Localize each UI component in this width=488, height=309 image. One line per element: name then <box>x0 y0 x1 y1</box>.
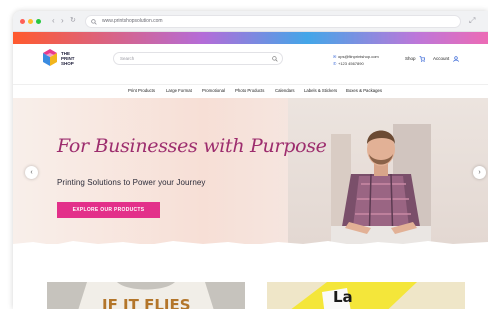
maximize-window-button[interactable] <box>36 19 41 24</box>
account-label: Account <box>433 56 450 62</box>
contact-phone: +123 4567890 <box>338 61 364 66</box>
hero-subtitle: Printing Solutions to Power your Journey <box>57 178 206 187</box>
chevron-left-icon: ‹ <box>30 169 33 176</box>
search-icon <box>91 19 97 25</box>
brand-name: THE PRINT SHOP <box>61 51 89 66</box>
product-card-apparel[interactable]: IF IT FLIES <box>47 282 245 309</box>
close-window-button[interactable] <box>20 19 25 24</box>
minimize-window-button[interactable] <box>28 19 33 24</box>
brand-line-3: SHOP <box>61 61 74 66</box>
browser-window: ‹ › ↻ www.printshopsolution.com ⤢ THE PR… <box>13 11 488 309</box>
carousel-next-button[interactable]: › <box>473 166 486 179</box>
card-1-text: IF IT FLIES <box>102 296 191 309</box>
search-icon[interactable] <box>272 56 278 62</box>
hero-script-title: For Businesses with Purpose <box>57 135 327 157</box>
url-text: www.printshopsolution.com <box>102 18 163 24</box>
nav-boxes-packages[interactable]: Boxes & Packages <box>346 88 382 93</box>
nav-print-products[interactable]: Print Products <box>128 88 155 93</box>
expand-icon[interactable]: ⤢ <box>469 16 475 26</box>
nav-photo-products[interactable]: Photo Products <box>235 88 264 93</box>
search-input[interactable]: Search <box>113 52 283 65</box>
shop-label: Shop <box>405 56 416 62</box>
search-placeholder: Search <box>120 56 135 61</box>
nav-promotional[interactable]: Promotional <box>202 88 225 93</box>
contact-info: ✉ ops@fiinprintshop.com ✆ +123 4567890 <box>333 53 379 67</box>
hero-banner: For Businesses with Purpose Printing Sol… <box>13 98 488 244</box>
account-link[interactable]: Account <box>433 56 459 62</box>
chevron-right-icon[interactable]: › <box>61 16 64 26</box>
promo-banner <box>13 32 488 44</box>
browser-toolbar: ‹ › ↻ www.printshopsolution.com ⤢ <box>13 11 488 32</box>
product-card-labels[interactable]: La <box>267 282 465 309</box>
card-2-text: La <box>333 288 353 306</box>
explore-products-button[interactable]: EXPLORE OUR PRODUCTS <box>57 202 160 218</box>
chevron-left-icon[interactable]: ‹ <box>52 16 55 26</box>
nav-labels-stickers[interactable]: Labels & Stickers <box>304 88 337 93</box>
contact-email-row[interactable]: ✉ ops@fiinprintshop.com <box>333 53 379 60</box>
torn-paper-divider <box>13 241 488 250</box>
address-bar[interactable]: www.printshopsolution.com <box>85 15 461 28</box>
hero-person-image <box>331 124 431 244</box>
reload-icon[interactable]: ↻ <box>70 16 76 26</box>
shop-link[interactable]: Shop <box>405 56 425 62</box>
chevron-right-icon: › <box>478 169 481 176</box>
cart-icon <box>419 56 425 62</box>
contact-email: ops@fiinprintshop.com <box>338 54 379 59</box>
labels-image <box>267 282 465 309</box>
user-icon <box>452 56 459 62</box>
nav-large-format[interactable]: Large Format <box>166 88 192 93</box>
carousel-prev-button[interactable]: ‹ <box>25 166 38 179</box>
contact-phone-row[interactable]: ✆ +123 4567890 <box>333 60 379 67</box>
nav-calendars[interactable]: Calendars <box>275 88 295 93</box>
